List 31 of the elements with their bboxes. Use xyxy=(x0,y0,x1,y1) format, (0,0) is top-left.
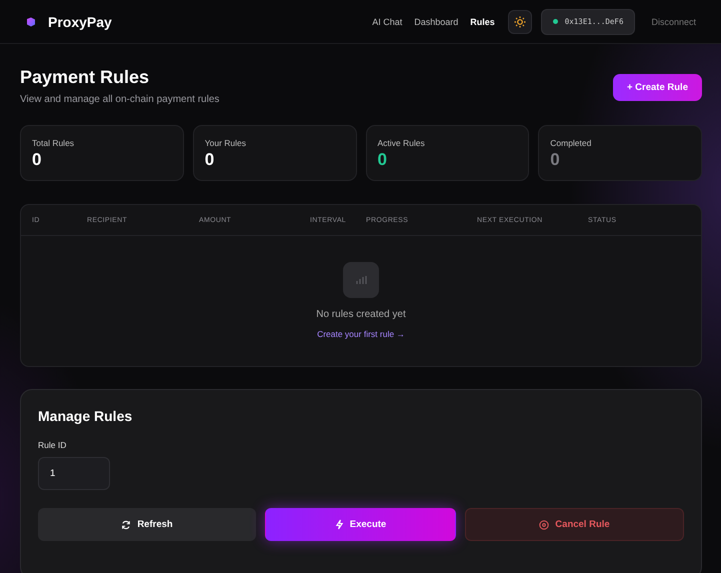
chart-tile-icon xyxy=(343,262,379,298)
nav-link[interactable]: Dashboard xyxy=(414,16,458,26)
field-label: Rule ID xyxy=(38,440,68,450)
stat-value: 0 xyxy=(204,150,216,170)
cancel-circle-icon xyxy=(539,520,550,530)
stat-label: Completed xyxy=(550,138,592,148)
page-subtitle: View and manage all on-chain payment rules xyxy=(20,94,220,105)
stat-value: 0 xyxy=(32,150,42,170)
nav-link[interactable]: Rules xyxy=(470,16,495,26)
stat-value: 0 xyxy=(550,150,561,170)
lightning-icon xyxy=(334,519,344,530)
nav-link[interactable]: AI Chat xyxy=(372,16,402,26)
rule-id-input[interactable]: 1 xyxy=(38,457,110,490)
page-title: Payment Rules xyxy=(20,67,150,88)
action-button[interactable]: Refresh xyxy=(38,508,256,541)
stat-value: 0 xyxy=(378,150,388,170)
action-button[interactable]: Execute xyxy=(265,508,456,541)
refresh-icon xyxy=(121,520,132,530)
action-button[interactable]: Cancel Rule xyxy=(465,508,684,541)
stat-label: Your Rules xyxy=(204,138,248,148)
logo-icon xyxy=(26,16,36,26)
stat-label: Active Rules xyxy=(378,138,426,148)
brand-name: ProxyPay xyxy=(48,14,112,30)
stat-label: Total Rules xyxy=(32,138,76,148)
panel-title: Manage Rules xyxy=(38,408,134,424)
create-rule-button[interactable]: + Create Rule xyxy=(613,74,702,101)
disconnect-link[interactable]: Disconnect xyxy=(651,16,696,26)
theme-toggle-button[interactable] xyxy=(508,10,532,34)
sun-icon xyxy=(514,16,526,28)
create-first-rule-link[interactable]: Create your first rule → xyxy=(317,329,405,339)
empty-message: No rules created yet xyxy=(316,309,406,320)
